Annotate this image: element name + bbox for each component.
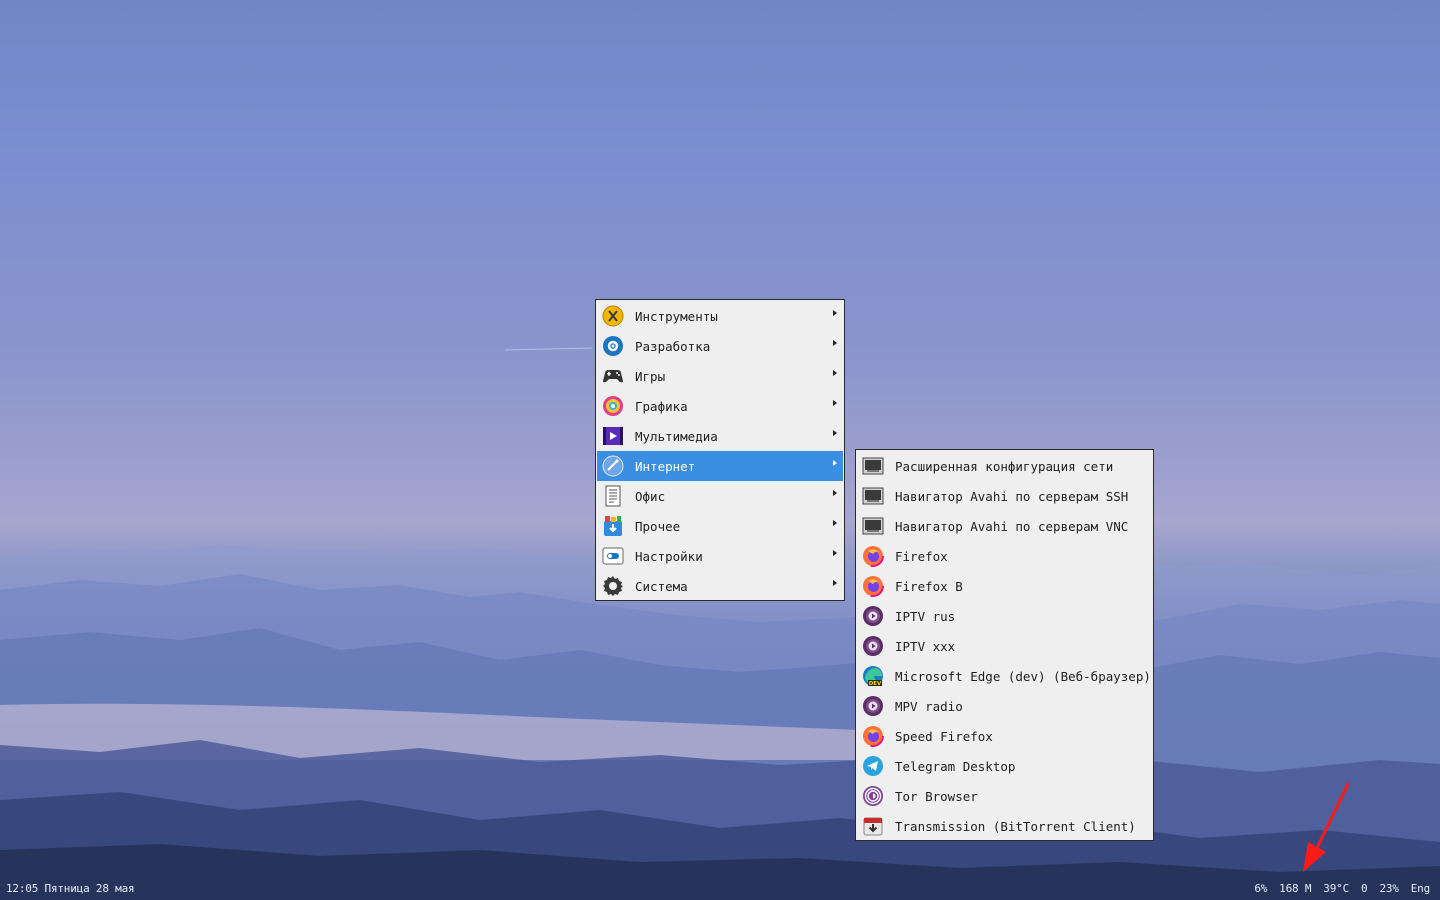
submenu-item-label: IPTV rus <box>895 608 956 624</box>
submenu-item[interactable]: Speed Firefox <box>857 721 1152 751</box>
telegram-icon <box>862 755 884 777</box>
menu-item[interactable]: Мультимедиа <box>597 421 843 451</box>
menu-item[interactable]: Офис <box>597 481 843 511</box>
transmission-icon <box>862 815 884 837</box>
submenu-arrow-icon <box>833 460 837 466</box>
menu-item-label: Офис <box>635 488 666 504</box>
office-document-icon <box>602 485 624 507</box>
submenu-arrow-icon <box>833 400 837 406</box>
submenu-arrow-icon <box>833 430 837 436</box>
submenu-item-label: Firefox B <box>895 578 963 594</box>
submenu-item[interactable]: Расширенная конфигурация сети <box>857 451 1152 481</box>
menu-item-label: Разработка <box>635 338 711 354</box>
submenu-item[interactable]: Firefox <box>857 541 1152 571</box>
taskbar: 12:05 Пятница 28 мая 6% 168 M 39°C 0 23%… <box>0 876 1440 900</box>
clock[interactable]: 12:05 Пятница 28 мая <box>6 882 135 895</box>
temperature: 39°C <box>1323 882 1349 895</box>
volume: 23% <box>1379 882 1399 895</box>
submenu-item[interactable]: Навигатор Avahi по серверам SSH <box>857 481 1152 511</box>
settings-toggle-icon <box>602 545 624 567</box>
menu-item[interactable]: Настройки <box>597 541 843 571</box>
submenu-item-label: Firefox <box>895 548 948 564</box>
submenu-arrow-icon <box>833 550 837 556</box>
submenu-item-label: Навигатор Avahi по серверам SSH <box>895 488 1129 504</box>
submenu-item[interactable]: IPTV xxx <box>857 631 1152 661</box>
keyboard-layout[interactable]: Eng <box>1411 882 1430 895</box>
edge-dev-icon: DEV <box>862 665 884 687</box>
internet-submenu: Расширенная конфигурация сети Навигатор A… <box>855 449 1154 841</box>
system-tray: 6% 168 M 39°C 0 23% Eng <box>1254 882 1430 895</box>
tools-icon <box>602 305 624 327</box>
menu-item-label: Настройки <box>635 548 703 564</box>
cpu-usage: 6% <box>1254 882 1268 895</box>
menu-item-label: Мультимедиа <box>635 428 718 444</box>
menu-item-label: Система <box>635 578 688 594</box>
internet-globe-icon <box>602 455 624 477</box>
submenu-item-label: IPTV xxx <box>895 638 956 654</box>
menu-item-label: Прочее <box>635 518 681 534</box>
gamepad-icon <box>602 365 624 387</box>
menu-item[interactable]: Прочее <box>597 511 843 541</box>
menu-item-label: Инструменты <box>635 308 718 324</box>
network-card-icon <box>862 455 884 477</box>
network-card-icon <box>862 485 884 507</box>
network-card-icon <box>862 515 884 537</box>
submenu-item[interactable]: Firefox B <box>857 571 1152 601</box>
svg-text:DEV: DEV <box>869 681 882 687</box>
menu-item[interactable]: Система <box>597 571 843 601</box>
submenu-item-label: Расширенная конфигурация сети <box>895 458 1114 474</box>
menu-item-label: Графика <box>635 398 688 414</box>
submenu-item-label: MPV radio <box>895 698 963 714</box>
submenu-item[interactable]: Telegram Desktop <box>857 751 1152 781</box>
system-gear-icon <box>602 575 624 597</box>
submenu-item[interactable]: Transmission (BitTorrent Client) <box>857 811 1152 841</box>
menu-item[interactable]: Интернет <box>597 451 843 481</box>
memory-usage: 168 M <box>1279 882 1312 895</box>
tor-icon <box>862 785 884 807</box>
firefox-icon <box>862 725 884 747</box>
submenu-item-label: Tor Browser <box>895 788 978 804</box>
submenu-arrow-icon <box>833 580 837 586</box>
submenu-item-label: Microsoft Edge (dev) (Веб-браузер) <box>895 668 1151 684</box>
menu-item[interactable]: Инструменты <box>597 301 843 331</box>
submenu-item[interactable]: Tor Browser <box>857 781 1152 811</box>
mpv-icon <box>862 635 884 657</box>
submenu-item[interactable]: IPTV rus <box>857 601 1152 631</box>
submenu-item[interactable]: Навигатор Avahi по серверам VNC <box>857 511 1152 541</box>
menu-item[interactable]: Графика <box>597 391 843 421</box>
submenu-item-label: Навигатор Avahi по серверам VNC <box>895 518 1129 534</box>
submenu-arrow-icon <box>833 520 837 526</box>
submenu-arrow-icon <box>833 370 837 376</box>
mpv-icon <box>862 605 884 627</box>
menu-item-label: Интернет <box>635 458 696 474</box>
firefox-icon <box>862 545 884 567</box>
submenu-arrow-icon <box>833 310 837 316</box>
multimedia-icon <box>602 425 624 447</box>
other-box-icon <box>602 515 624 537</box>
submenu-item-label: Telegram Desktop <box>895 758 1016 774</box>
graphics-icon <box>602 395 624 417</box>
submenu-arrow-icon <box>833 340 837 346</box>
submenu-item[interactable]: DEV Microsoft Edge (dev) (Веб-браузер) <box>857 661 1152 691</box>
development-icon <box>602 335 624 357</box>
submenu-item-label: Speed Firefox <box>895 728 993 744</box>
menu-item[interactable]: Разработка <box>597 331 843 361</box>
menu-item[interactable]: Игры <box>597 361 843 391</box>
submenu-item[interactable]: MPV radio <box>857 691 1152 721</box>
counter: 0 <box>1361 882 1368 895</box>
firefox-icon <box>862 575 884 597</box>
mpv-icon <box>862 695 884 717</box>
submenu-item-label: Transmission (BitTorrent Client) <box>895 818 1136 834</box>
submenu-arrow-icon <box>833 490 837 496</box>
menu-item-label: Игры <box>635 368 666 384</box>
applications-menu: Инструменты Разработка Игры Графика Мультиме… <box>595 299 845 601</box>
